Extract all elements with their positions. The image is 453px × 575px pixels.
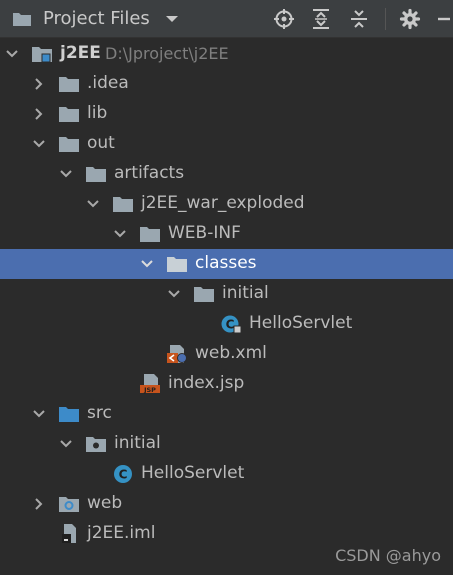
tree-node-label: web.xml xyxy=(195,343,267,363)
tree-node-index-jsp[interactable]: JSP index.jsp xyxy=(0,369,453,399)
chevron-down-icon[interactable] xyxy=(166,286,182,302)
gear-icon[interactable] xyxy=(398,7,422,31)
tree-node-web[interactable]: web xyxy=(0,489,453,519)
tree-node-j2ee-iml[interactable]: j2EE.iml xyxy=(0,519,453,549)
tree-node-label: out xyxy=(87,133,115,153)
folder-icon xyxy=(140,227,160,242)
chevron-down-icon[interactable] xyxy=(85,196,101,212)
chevron-down-icon[interactable] xyxy=(139,256,155,272)
locate-icon[interactable] xyxy=(272,7,296,31)
tree-node-j2ee-war-exploded[interactable]: j2EE_war_exploded xyxy=(0,189,453,219)
tree-node-label: src xyxy=(87,403,112,423)
tree-node-initial-package[interactable]: initial xyxy=(0,429,453,459)
project-tree: j2EE D:\Jproject\j2EE .idea lib out arti… xyxy=(0,38,453,575)
watermark: CSDN @ahyo xyxy=(335,546,441,565)
tree-node-label: j2EE_war_exploded xyxy=(141,193,305,213)
folder-icon xyxy=(59,77,79,92)
tree-node-label: initial xyxy=(114,433,161,453)
view-selector-title[interactable]: Project Files xyxy=(43,8,150,29)
chevron-down-icon[interactable] xyxy=(4,46,20,62)
tree-node-label: web xyxy=(87,493,123,513)
tree-node-label: .idea xyxy=(87,73,129,93)
svg-text:C: C xyxy=(226,318,235,332)
chevron-down-icon[interactable] xyxy=(58,166,74,182)
chevron-down-icon[interactable] xyxy=(58,436,74,452)
package-icon xyxy=(86,437,106,452)
tree-node-label: HelloServlet xyxy=(141,463,245,483)
web-xml-icon xyxy=(167,345,187,363)
module-folder-icon xyxy=(32,47,52,63)
tree-node-label: initial xyxy=(222,283,269,303)
chevron-down-icon[interactable] xyxy=(31,406,47,422)
folder-icon xyxy=(13,13,31,26)
collapse-all-icon[interactable] xyxy=(347,7,371,31)
tree-node-artifacts[interactable]: artifacts xyxy=(0,159,453,189)
folder-icon xyxy=(113,197,133,212)
hide-icon[interactable] xyxy=(436,7,453,31)
folder-icon xyxy=(86,167,106,182)
tree-node-label: artifacts xyxy=(114,163,185,183)
source-folder-icon xyxy=(59,407,79,422)
svg-text:C: C xyxy=(119,468,128,482)
tree-node-label: index.jsp xyxy=(168,373,245,393)
tree-node-label: HelloServlet xyxy=(249,313,353,333)
java-class-icon: C xyxy=(114,465,132,483)
tree-node-helloservlet-class[interactable]: C HelloServlet xyxy=(0,309,453,339)
chevron-down-icon[interactable] xyxy=(112,226,128,242)
tree-node-label: lib xyxy=(87,103,108,123)
tree-node-src[interactable]: src xyxy=(0,399,453,429)
web-folder-icon xyxy=(59,497,79,512)
tree-node-web-xml[interactable]: web.xml xyxy=(0,339,453,369)
tree-node-classes[interactable]: classes xyxy=(0,249,453,279)
tree-node-helloservlet-source[interactable]: C HelloServlet xyxy=(0,459,453,489)
chevron-right-icon[interactable] xyxy=(31,496,47,512)
class-file-icon: C xyxy=(221,315,242,334)
project-panel-header: Project Files xyxy=(0,0,453,38)
toolbar-separator xyxy=(385,8,386,30)
tree-node-label: WEB-INF xyxy=(168,223,241,243)
tree-node-label: classes xyxy=(195,253,257,273)
expand-all-icon[interactable] xyxy=(309,7,333,31)
tree-node-initial-out[interactable]: initial xyxy=(0,279,453,309)
tree-node-label: j2EE xyxy=(60,43,101,63)
chevron-right-icon[interactable] xyxy=(31,106,47,122)
folder-icon xyxy=(194,287,214,302)
folder-icon xyxy=(167,257,187,272)
module-path: D:\Jproject\j2EE xyxy=(105,44,229,63)
tree-node-out[interactable]: out xyxy=(0,129,453,159)
iml-file-icon xyxy=(62,524,76,543)
tree-node-j2ee[interactable]: j2EE D:\Jproject\j2EE xyxy=(0,39,453,69)
folder-icon xyxy=(59,137,79,152)
folder-icon xyxy=(59,107,79,122)
svg-text:JSP: JSP xyxy=(143,386,156,394)
tree-node-web-inf[interactable]: WEB-INF xyxy=(0,219,453,249)
chevron-down-icon[interactable] xyxy=(31,136,47,152)
jsp-icon: JSP xyxy=(140,374,160,394)
tree-node-lib[interactable]: lib xyxy=(0,99,453,129)
tree-node-idea[interactable]: .idea xyxy=(0,69,453,99)
chevron-down-icon[interactable] xyxy=(163,13,181,25)
chevron-right-icon[interactable] xyxy=(31,76,47,92)
tree-node-label: j2EE.iml xyxy=(87,523,156,543)
